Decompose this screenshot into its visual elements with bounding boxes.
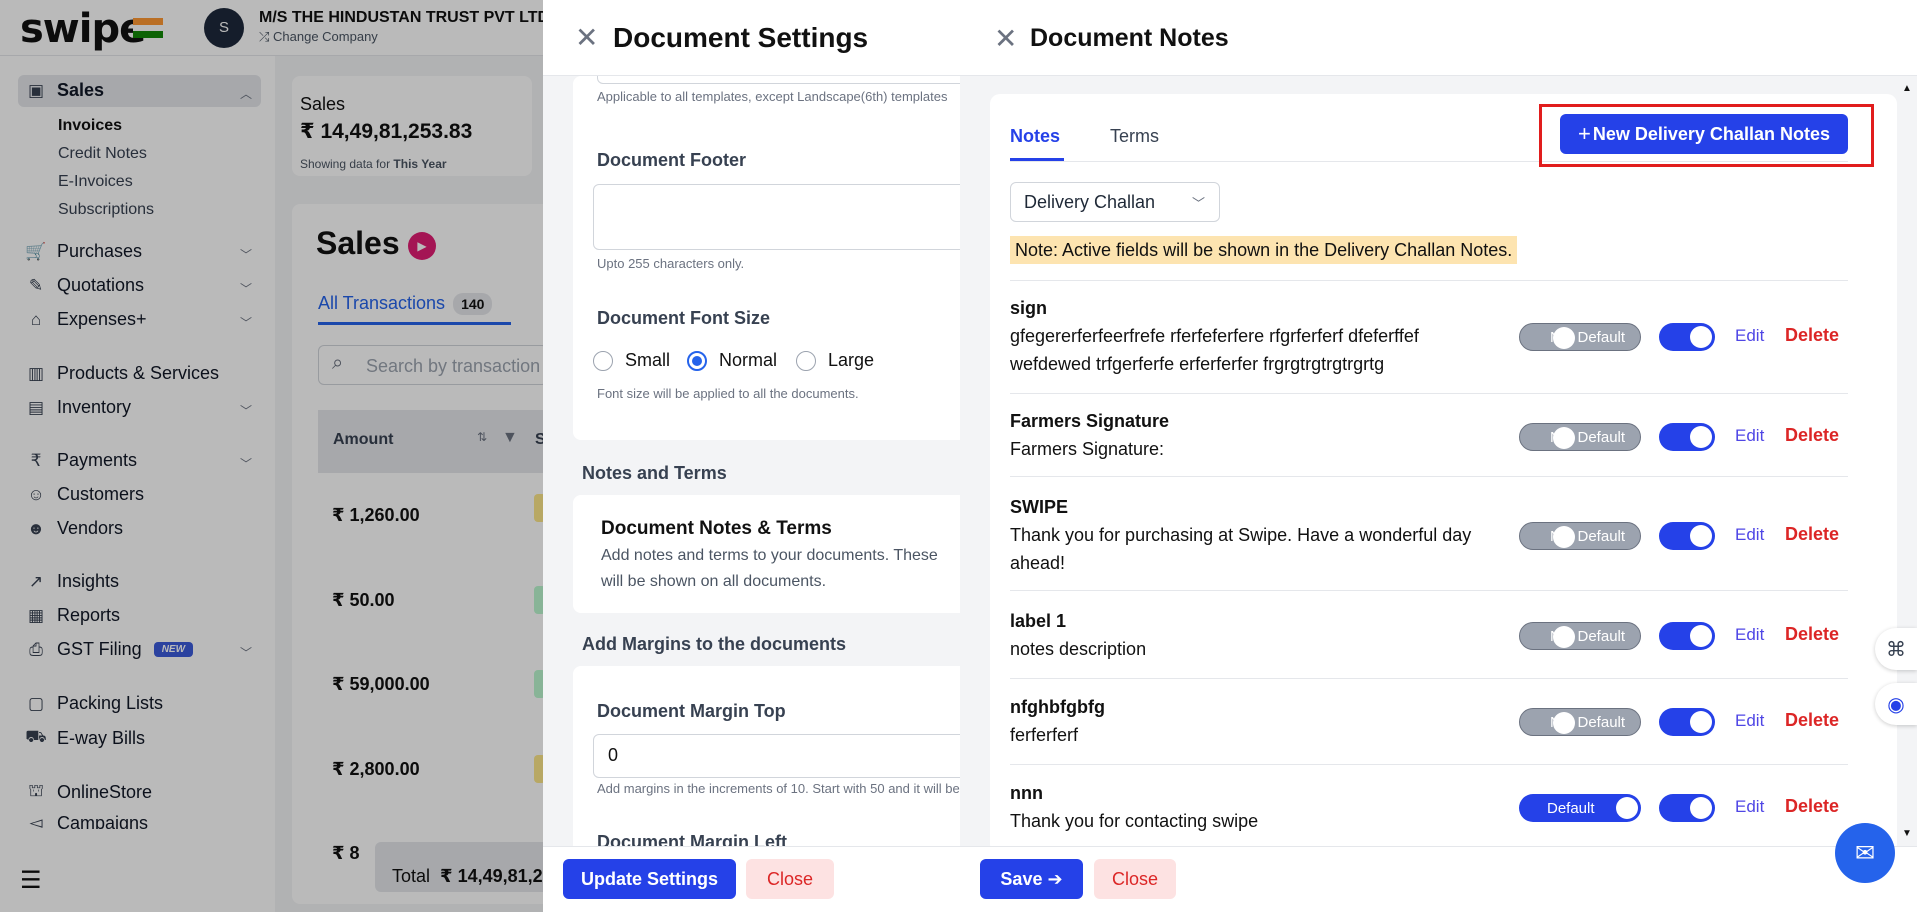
toggle-knob	[1553, 327, 1575, 349]
margin-hint: Add margins in the increments of 10. Sta…	[597, 781, 960, 796]
row-divider	[1010, 678, 1848, 679]
default-toggle[interactable]: Not Default	[1519, 622, 1641, 650]
delete-link[interactable]: Delete	[1785, 524, 1839, 545]
tab-notes[interactable]: Notes	[1010, 126, 1060, 147]
toggle-knob	[1690, 426, 1712, 448]
toggle-knob	[1553, 427, 1575, 449]
delete-link[interactable]: Delete	[1785, 710, 1839, 731]
active-toggle[interactable]	[1659, 794, 1715, 822]
note-title: nnn	[1010, 783, 1043, 803]
settings-close-button[interactable]: Close	[746, 859, 834, 899]
footer-hint: Upto 255 characters only.	[597, 256, 745, 271]
row-divider	[1010, 476, 1848, 477]
toggle-knob	[1690, 625, 1712, 647]
active-toggle[interactable]	[1659, 522, 1715, 550]
notes-terms-desc: Add notes and terms to your documents. T…	[601, 547, 938, 590]
scroll-down-icon[interactable]: ▼	[1902, 828, 1912, 839]
notes-title: Document Notes	[1030, 24, 1229, 52]
edit-link[interactable]: Edit	[1735, 525, 1764, 545]
default-toggle[interactable]: Not Default	[1519, 323, 1641, 351]
note-description: notes description	[1010, 639, 1147, 659]
default-toggle[interactable]: Not Default	[1519, 708, 1641, 736]
previous-input-edge	[597, 76, 960, 84]
delete-link[interactable]: Delete	[1785, 325, 1839, 346]
note-title: sign	[1010, 298, 1048, 318]
note-title: Farmers Signature	[1010, 411, 1170, 431]
delete-link[interactable]: Delete	[1785, 624, 1839, 645]
template-hint: Applicable to all templates, except Land…	[597, 89, 948, 104]
radio-large[interactable]: Large	[796, 350, 874, 371]
delete-link[interactable]: Delete	[1785, 425, 1839, 446]
toggle-knob	[1690, 525, 1712, 547]
note-description: Farmers Signature:	[1010, 439, 1165, 459]
notes-terms-title[interactable]: Document Notes & Terms	[601, 518, 832, 540]
toggle-knob	[1553, 626, 1575, 648]
default-toggle[interactable]: Not Default	[1519, 522, 1641, 550]
delete-link[interactable]: Delete	[1785, 796, 1839, 817]
active-toggle[interactable]	[1659, 708, 1715, 736]
default-toggle[interactable]: Not Default	[1519, 423, 1641, 451]
note-description: Thank you for contacting swipe	[1010, 811, 1259, 831]
note-description: gfegererferfeerfrefe rferfeferfere rfgrf…	[1010, 326, 1419, 374]
close-icon[interactable]: ✕	[575, 24, 598, 52]
edit-link[interactable]: Edit	[1735, 625, 1764, 645]
radio-small[interactable]: Small	[593, 350, 670, 371]
font-hint: Font size will be applied to all the doc…	[597, 386, 859, 401]
edit-link[interactable]: Edit	[1735, 797, 1764, 817]
footer-label: Document Footer	[597, 150, 747, 170]
assistant-icon[interactable]: ◉	[1875, 683, 1917, 725]
default-toggle[interactable]: Default	[1519, 794, 1641, 822]
toggle-knob	[1690, 711, 1712, 733]
apps-icon[interactable]: ⌘	[1875, 628, 1917, 670]
chat-icon[interactable]: ✉	[1835, 823, 1895, 883]
settings-title: Document Settings	[613, 22, 869, 53]
toggle-knob	[1616, 797, 1638, 819]
margin-top-input[interactable]: 0	[593, 734, 960, 778]
margins-heading: Add Margins to the documents	[582, 634, 847, 654]
row-divider	[1010, 393, 1848, 394]
update-settings-button[interactable]: Update Settings	[563, 859, 736, 899]
active-toggle[interactable]	[1659, 323, 1715, 351]
row-divider	[1010, 280, 1848, 281]
notes-terms-heading: Notes and Terms	[582, 463, 727, 483]
save-button[interactable]: Save ➔	[980, 859, 1083, 899]
toggle-knob	[1553, 526, 1575, 548]
radio-dot	[593, 350, 613, 371]
toggle-knob	[1553, 712, 1575, 734]
highlight-annotation	[1539, 104, 1874, 167]
radio-dot-selected	[687, 350, 707, 371]
document-type-select[interactable]: Delivery Challan ﹀	[1010, 182, 1220, 222]
radio-dot	[796, 350, 816, 371]
notes-close-button[interactable]: Close	[1094, 859, 1176, 899]
row-divider	[1010, 590, 1848, 591]
margin-top-label: Document Margin Top	[597, 701, 786, 721]
note-description: ferferferf	[1010, 725, 1079, 745]
info-note: Note: Active fields will be shown in the…	[1010, 236, 1518, 264]
toggle-knob	[1690, 797, 1712, 819]
arrow-right-icon: ➔	[1047, 869, 1063, 889]
edit-link[interactable]: Edit	[1735, 426, 1764, 446]
font-size-label: Document Font Size	[597, 308, 771, 328]
note-title: SWIPE	[1010, 497, 1069, 517]
tab-terms[interactable]: Terms	[1110, 126, 1159, 147]
close-icon[interactable]: ✕	[994, 25, 1017, 53]
document-settings-panel: ✕ Document Settings Applicable to all te…	[543, 0, 960, 912]
scroll-up-icon[interactable]: ▲	[1902, 83, 1912, 94]
toggle-knob	[1690, 326, 1712, 348]
note-description: Thank you for purchasing at Swipe. Have …	[1010, 525, 1472, 573]
active-toggle[interactable]	[1659, 622, 1715, 650]
radio-normal[interactable]: Normal	[687, 350, 777, 371]
note-title: label 1	[1010, 611, 1067, 631]
row-divider	[1010, 764, 1848, 765]
chevron-down-icon: ﹀	[1191, 196, 1205, 211]
document-footer-textarea[interactable]	[593, 184, 960, 250]
edit-link[interactable]: Edit	[1735, 326, 1764, 346]
note-title: nfghbfgbfg	[1010, 697, 1105, 717]
active-toggle[interactable]	[1659, 423, 1715, 451]
edit-link[interactable]: Edit	[1735, 711, 1764, 731]
